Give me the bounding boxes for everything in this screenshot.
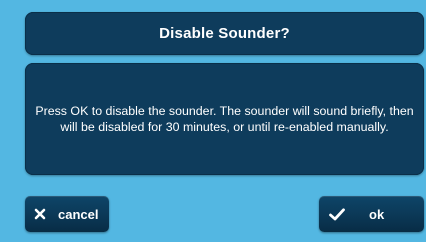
dialog-title-bar: Disable Sounder? <box>25 12 424 55</box>
ok-button-label: ok <box>369 206 385 222</box>
checkmark-icon <box>329 207 345 221</box>
dialog-title: Disable Sounder? <box>159 25 290 42</box>
cancel-button-label: cancel <box>58 206 99 222</box>
dialog-message: Press OK to disable the sounder. The sou… <box>35 104 414 134</box>
ok-button[interactable]: ok <box>319 196 424 232</box>
message-panel: Press OK to disable the sounder. The sou… <box>25 63 424 175</box>
cancel-button[interactable]: cancel <box>25 196 109 232</box>
dialog-screen: Disable Sounder? Press OK to disable the… <box>0 0 426 242</box>
close-icon <box>34 208 46 220</box>
